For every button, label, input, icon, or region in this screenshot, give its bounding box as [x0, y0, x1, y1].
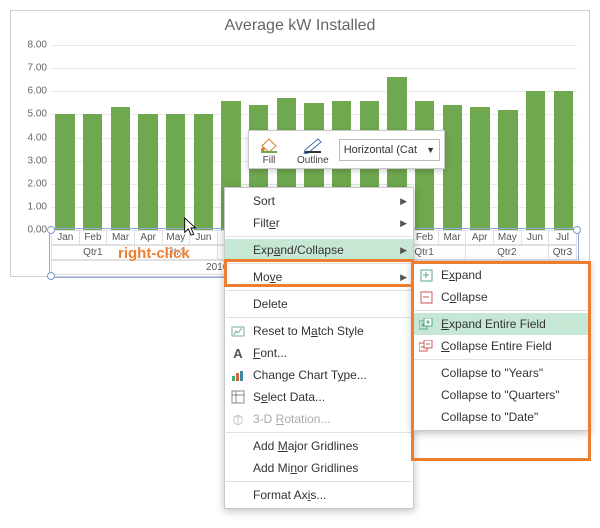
menu-move-label: Move	[253, 270, 282, 284]
element-selector-value: Horizontal (Cat	[344, 144, 417, 156]
submenu-collapse-date-label: Collapse to "Date"	[441, 410, 538, 424]
menu-separator	[414, 310, 588, 311]
menu-expand-collapse-label: Expand/Collapse	[253, 243, 344, 257]
y-tick: 4.00	[28, 132, 47, 143]
chevron-right-icon: ▶	[400, 218, 407, 229]
chevron-right-icon: ▶	[400, 272, 407, 283]
submenu-collapse-label: Collapse	[441, 290, 488, 304]
chevron-down-icon: ▼	[426, 145, 435, 155]
menu-separator	[226, 263, 412, 264]
chart-type-icon	[230, 367, 246, 383]
submenu-expand-entire-field[interactable]: Expand Entire Field	[413, 313, 589, 335]
bar[interactable]	[554, 91, 573, 230]
menu-format-axis-label: Format Axis...	[253, 488, 326, 502]
menu-add-minor-gridlines[interactable]: Add Minor Gridlines	[225, 457, 413, 479]
submenu-collapse-quarters-label: Collapse to "Quarters"	[441, 388, 560, 402]
menu-separator	[226, 236, 412, 237]
submenu-collapse-quarters[interactable]: Collapse to "Quarters"	[413, 384, 589, 406]
fill-label: Fill	[263, 155, 276, 166]
collapse-icon	[418, 289, 434, 305]
menu-change-chart-type[interactable]: Change Chart Type...	[225, 364, 413, 386]
submenu-collapse-entire-field[interactable]: Collapse Entire Field	[413, 335, 589, 357]
bar[interactable]	[55, 114, 74, 230]
y-tick: 6.00	[28, 86, 47, 97]
menu-3d-label: 3-D Rotation...	[253, 412, 330, 426]
menu-filter[interactable]: Filter ▶	[225, 212, 413, 234]
expand-field-icon	[418, 316, 434, 332]
callout-right-click: right-click	[118, 245, 190, 262]
y-tick: 7.00	[28, 63, 47, 74]
menu-sort[interactable]: Sort ▶	[225, 190, 413, 212]
menu-minor-grid-label: Add Minor Gridlines	[253, 461, 358, 475]
menu-separator	[414, 359, 588, 360]
bar[interactable]	[166, 114, 185, 230]
fill-button[interactable]: Fill	[249, 131, 289, 168]
bar[interactable]	[138, 114, 157, 230]
chevron-right-icon: ▶	[400, 245, 407, 256]
submenu-collapse-years[interactable]: Collapse to "Years"	[413, 362, 589, 384]
submenu-collapse-field-label: Collapse Entire Field	[441, 339, 552, 353]
submenu-collapse[interactable]: Collapse	[413, 286, 589, 308]
menu-font[interactable]: A Font...	[225, 342, 413, 364]
menu-change-chart-label: Change Chart Type...	[253, 368, 367, 382]
submenu-collapse-date[interactable]: Collapse to "Date"	[413, 406, 589, 428]
menu-reset-style[interactable]: Reset to Match Style	[225, 320, 413, 342]
chevron-right-icon: ▶	[400, 196, 407, 207]
bar[interactable]	[111, 107, 130, 230]
font-icon: A	[230, 345, 246, 361]
menu-filter-label: Filter	[253, 216, 280, 230]
menu-separator	[226, 481, 412, 482]
y-tick: 5.00	[28, 109, 47, 120]
y-axis: 0.001.002.003.004.005.006.007.008.00	[17, 45, 49, 230]
menu-delete-label: Delete	[253, 297, 288, 311]
collapse-field-icon	[418, 338, 434, 354]
menu-delete[interactable]: Delete	[225, 293, 413, 315]
expand-collapse-submenu: Expand Collapse Expand Entire Field Coll…	[412, 261, 590, 431]
chart-title: Average kW Installed	[11, 11, 589, 39]
select-data-icon	[230, 389, 246, 405]
bar[interactable]	[526, 91, 545, 230]
menu-format-axis[interactable]: Format Axis...	[225, 484, 413, 506]
menu-separator	[226, 432, 412, 433]
menu-reset-label: Reset to Match Style	[253, 324, 364, 338]
bar[interactable]	[498, 110, 517, 230]
submenu-expand-label: Expand	[441, 268, 482, 282]
outline-label: Outline	[297, 155, 329, 166]
menu-font-label: Font...	[253, 346, 287, 360]
expand-icon	[418, 267, 434, 283]
menu-select-data-label: Select Data...	[253, 390, 325, 404]
bar[interactable]	[443, 105, 462, 230]
menu-separator	[226, 290, 412, 291]
y-tick: 8.00	[28, 40, 47, 51]
menu-expand-collapse[interactable]: Expand/Collapse ▶	[225, 239, 413, 261]
y-tick: 1.00	[28, 201, 47, 212]
bar[interactable]	[83, 114, 102, 230]
bar[interactable]	[470, 107, 489, 230]
mini-toolbar: Fill Outline Horizontal (Cat ▼	[248, 130, 445, 169]
menu-move[interactable]: Move ▶	[225, 266, 413, 288]
y-tick: 0.00	[28, 225, 47, 236]
bar[interactable]	[194, 114, 213, 230]
submenu-collapse-years-label: Collapse to "Years"	[441, 366, 543, 380]
menu-sort-label: Sort	[253, 194, 275, 208]
menu-add-major-gridlines[interactable]: Add Major Gridlines	[225, 435, 413, 457]
fill-icon	[257, 135, 281, 155]
context-menu: Sort ▶ Filter ▶ Expand/Collapse ▶ Move ▶ Del…	[224, 187, 414, 509]
reset-icon	[230, 323, 246, 339]
submenu-expand-field-label: Expand Entire Field	[441, 317, 546, 331]
y-tick: 3.00	[28, 155, 47, 166]
y-tick: 2.00	[28, 178, 47, 189]
cube-icon	[230, 411, 246, 427]
menu-separator	[226, 317, 412, 318]
menu-major-grid-label: Add Major Gridlines	[253, 439, 358, 453]
menu-select-data[interactable]: Select Data...	[225, 386, 413, 408]
outline-icon	[301, 135, 325, 155]
menu-3d-rotation: 3-D Rotation...	[225, 408, 413, 430]
submenu-expand[interactable]: Expand	[413, 264, 589, 286]
element-selector-dropdown[interactable]: Horizontal (Cat ▼	[339, 139, 440, 161]
outline-button[interactable]: Outline	[289, 131, 337, 168]
